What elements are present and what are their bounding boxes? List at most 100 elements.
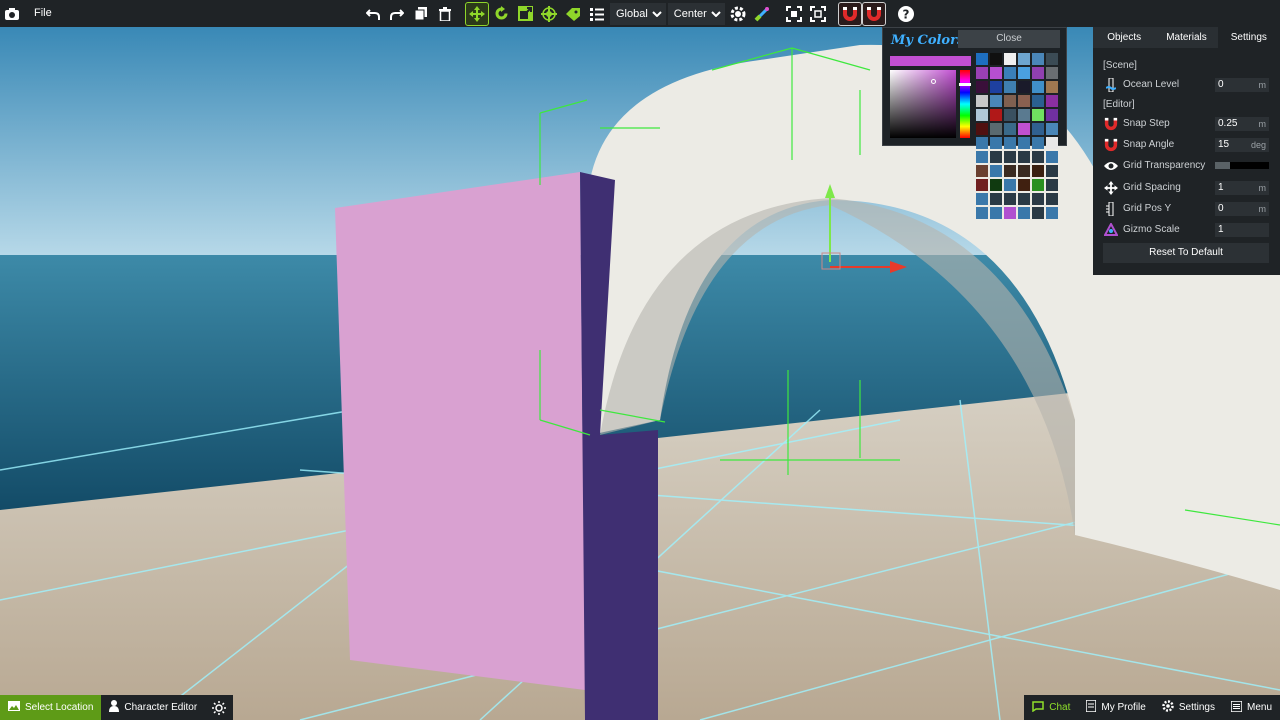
color-swatch[interactable] bbox=[1004, 165, 1016, 177]
color-swatch[interactable] bbox=[1046, 179, 1058, 191]
grid-pos-y-input[interactable]: 0m bbox=[1215, 201, 1269, 216]
tab-materials[interactable]: Materials bbox=[1155, 27, 1218, 48]
color-swatch[interactable] bbox=[990, 193, 1002, 205]
close-button[interactable]: Close bbox=[958, 30, 1060, 48]
snap-step-input[interactable]: 0.25 m bbox=[1215, 116, 1269, 131]
settings-gear-icon[interactable] bbox=[727, 3, 749, 25]
color-swatch[interactable] bbox=[1018, 207, 1030, 219]
copy-icon[interactable] bbox=[410, 3, 432, 25]
ocean-level-input[interactable]: 0m bbox=[1215, 77, 1269, 92]
color-swatch[interactable] bbox=[1046, 81, 1058, 93]
color-swatch[interactable] bbox=[990, 123, 1002, 135]
redo-icon[interactable] bbox=[386, 3, 408, 25]
color-swatch[interactable] bbox=[976, 193, 988, 205]
color-swatch[interactable] bbox=[1018, 53, 1030, 65]
color-swatch[interactable] bbox=[1046, 137, 1058, 149]
hue-slider[interactable] bbox=[959, 70, 971, 138]
color-swatch[interactable] bbox=[1032, 95, 1044, 107]
settings-button[interactable]: Settings bbox=[1154, 695, 1223, 720]
color-swatch[interactable] bbox=[976, 123, 988, 135]
focus-icon[interactable] bbox=[783, 3, 805, 25]
trash-icon[interactable] bbox=[434, 3, 456, 25]
color-swatch[interactable] bbox=[990, 179, 1002, 191]
color-swatch[interactable] bbox=[1046, 165, 1058, 177]
color-swatch[interactable] bbox=[976, 109, 988, 121]
help-icon[interactable]: ? bbox=[895, 3, 917, 25]
color-swatch[interactable] bbox=[1018, 193, 1030, 205]
grid-spacing-input[interactable]: 1m bbox=[1215, 180, 1269, 195]
color-knob[interactable] bbox=[931, 79, 936, 84]
color-swatch[interactable] bbox=[1004, 67, 1016, 79]
color-swatch[interactable] bbox=[1032, 53, 1044, 65]
color-swatch[interactable] bbox=[990, 67, 1002, 79]
3d-viewport[interactable] bbox=[0, 0, 1280, 720]
color-swatch[interactable] bbox=[1018, 123, 1030, 135]
color-swatch[interactable] bbox=[1032, 193, 1044, 205]
color-swatch[interactable] bbox=[976, 137, 988, 149]
color-swatch[interactable] bbox=[990, 151, 1002, 163]
color-swatch[interactable] bbox=[1032, 207, 1044, 219]
color-swatch[interactable] bbox=[1046, 53, 1058, 65]
color-swatch[interactable] bbox=[1032, 81, 1044, 93]
color-swatch[interactable] bbox=[990, 109, 1002, 121]
magnet-icon[interactable] bbox=[837, 1, 862, 26]
color-swatch[interactable] bbox=[1004, 123, 1016, 135]
color-swatch[interactable] bbox=[990, 81, 1002, 93]
color-swatch[interactable] bbox=[1004, 137, 1016, 149]
undo-icon[interactable] bbox=[362, 3, 384, 25]
color-swatch[interactable] bbox=[1004, 179, 1016, 191]
color-swatch[interactable] bbox=[1004, 95, 1016, 107]
snap-angle-input[interactable]: 15 deg bbox=[1215, 137, 1269, 152]
sun-icon[interactable] bbox=[205, 695, 234, 720]
color-swatch[interactable] bbox=[976, 151, 988, 163]
move-icon[interactable] bbox=[465, 1, 489, 26]
color-swatch[interactable] bbox=[1032, 179, 1044, 191]
color-swatch[interactable] bbox=[1046, 193, 1058, 205]
grid-transparency-slider[interactable] bbox=[1215, 162, 1269, 169]
color-swatch[interactable] bbox=[1046, 151, 1058, 163]
color-swatch[interactable] bbox=[976, 165, 988, 177]
magnet-angle-icon[interactable] bbox=[861, 1, 886, 26]
color-swatch[interactable] bbox=[1032, 109, 1044, 121]
hue-handle[interactable] bbox=[959, 83, 971, 86]
menu-button[interactable]: Menu bbox=[1223, 695, 1280, 720]
color-swatch[interactable] bbox=[1018, 179, 1030, 191]
color-swatch[interactable] bbox=[1046, 123, 1058, 135]
color-swatch[interactable] bbox=[976, 53, 988, 65]
frame-icon[interactable] bbox=[807, 3, 829, 25]
color-swatch[interactable] bbox=[1018, 95, 1030, 107]
color-swatch[interactable] bbox=[976, 207, 988, 219]
character-editor-button[interactable]: Character Editor bbox=[101, 695, 206, 720]
list-icon[interactable] bbox=[586, 3, 608, 25]
color-swatch[interactable] bbox=[1004, 109, 1016, 121]
color-swatch[interactable] bbox=[1004, 151, 1016, 163]
file-menu-button[interactable]: File bbox=[24, 0, 62, 27]
color-swatch[interactable] bbox=[1018, 137, 1030, 149]
color-swatch[interactable] bbox=[1032, 165, 1044, 177]
scale-icon[interactable] bbox=[514, 3, 536, 25]
color-swatch[interactable] bbox=[1018, 109, 1030, 121]
color-swatch[interactable] bbox=[1046, 95, 1058, 107]
my-profile-button[interactable]: My Profile bbox=[1078, 695, 1153, 720]
color-swatch[interactable] bbox=[1032, 137, 1044, 149]
select-location-button[interactable]: Select Location bbox=[0, 695, 102, 720]
color-swatch[interactable] bbox=[990, 137, 1002, 149]
color-swatch[interactable] bbox=[1004, 53, 1016, 65]
saturation-value-field[interactable] bbox=[890, 70, 956, 138]
color-swatch[interactable] bbox=[1018, 81, 1030, 93]
pivot-mode-dropdown[interactable]: Center bbox=[667, 2, 725, 25]
color-swatch[interactable] bbox=[1004, 81, 1016, 93]
paint-icon[interactable] bbox=[751, 3, 773, 25]
color-swatch[interactable] bbox=[1004, 193, 1016, 205]
color-swatch[interactable] bbox=[976, 81, 988, 93]
color-swatch[interactable] bbox=[1018, 151, 1030, 163]
color-swatch[interactable] bbox=[976, 95, 988, 107]
color-swatch[interactable] bbox=[1018, 165, 1030, 177]
color-swatch[interactable] bbox=[1018, 67, 1030, 79]
color-swatch[interactable] bbox=[976, 179, 988, 191]
color-swatch[interactable] bbox=[1032, 67, 1044, 79]
color-swatch[interactable] bbox=[1032, 151, 1044, 163]
color-swatch[interactable] bbox=[1046, 109, 1058, 121]
color-swatch[interactable] bbox=[990, 95, 1002, 107]
color-swatch[interactable] bbox=[990, 207, 1002, 219]
